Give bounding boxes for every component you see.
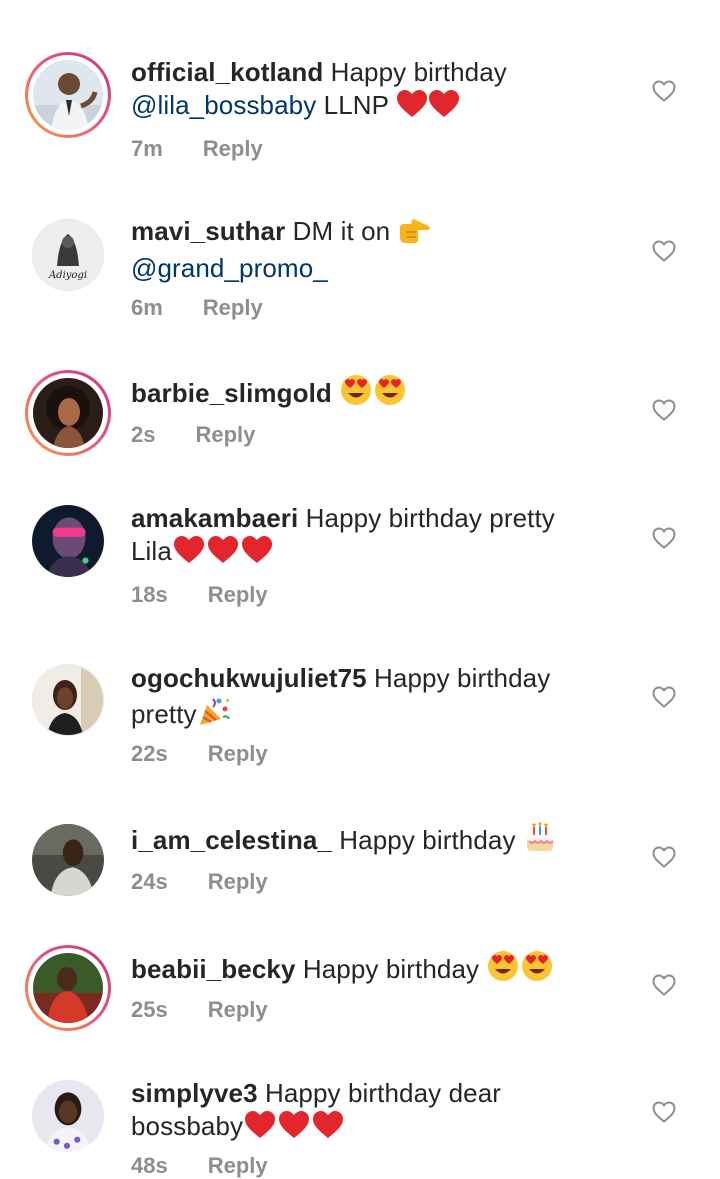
comment-username[interactable]: i_am_celestina_ (131, 825, 332, 855)
comment-body-tail: LLNP (316, 90, 396, 120)
comment-body: DM it on (285, 216, 398, 246)
heart-eyes-emoji (486, 950, 520, 990)
comment-text: amakambaeri Happy birthday pretty Lila (131, 502, 611, 572)
comment-text: mavi_suthar DM it on @grand_promo_ (131, 215, 611, 285)
comment-body: Happy birthday pretty (298, 503, 555, 533)
comment-time: 24s (131, 869, 168, 894)
comment-time: 18s (131, 582, 168, 607)
avatar[interactable] (25, 498, 111, 584)
heart-eyes-emoji (373, 374, 407, 414)
comment-body: Happy birthday (323, 57, 507, 87)
comment-text: simplyve3 Happy birthday dear bossbaby (131, 1077, 611, 1147)
avatar[interactable] (25, 1073, 111, 1159)
comment-meta: 48s Reply (131, 1153, 268, 1179)
birthday-cake-emoji (523, 821, 557, 861)
comment-text: official_kotland Happy birthday @lila_bo… (131, 56, 611, 126)
avatar[interactable] (25, 657, 111, 743)
comment-username[interactable]: simplyve3 (131, 1078, 258, 1108)
comment-time: 7m (131, 136, 163, 161)
comment-meta: 24s Reply (131, 869, 268, 895)
comment-username[interactable]: beabii_becky (131, 954, 296, 984)
like-heart-icon[interactable] (652, 80, 676, 102)
reply-button[interactable]: Reply (208, 582, 268, 608)
red-heart-emoji (172, 536, 206, 572)
avatar[interactable] (25, 817, 111, 903)
reply-button[interactable]: Reply (195, 422, 255, 448)
like-heart-icon[interactable] (652, 527, 676, 549)
comment-time: 2s (131, 422, 156, 447)
comment-text: i_am_celestina_ Happy birthday (131, 821, 611, 861)
comment-meta: 18s Reply (131, 582, 268, 608)
avatar[interactable]: Adiyogi (25, 212, 111, 298)
comment-username[interactable]: mavi_suthar (131, 216, 285, 246)
comment-body: Happy birthday (331, 825, 523, 855)
comment-meta: 2s Reply (131, 422, 255, 448)
comment-meta: 22s Reply (131, 741, 268, 767)
comment-body-line2: Lila (131, 536, 172, 566)
red-heart-emoji (396, 90, 428, 126)
comment-username[interactable]: ogochukwujuliet75 (131, 663, 367, 693)
comment-text: beabii_becky Happy birthday (131, 950, 611, 990)
avatar[interactable] (25, 370, 111, 456)
like-heart-icon[interactable] (652, 974, 676, 996)
heart-eyes-emoji (339, 374, 373, 414)
comment-username[interactable]: amakambaeri (131, 503, 298, 533)
reply-button[interactable]: Reply (208, 869, 268, 895)
like-heart-icon[interactable] (652, 399, 676, 421)
red-heart-emoji (277, 1111, 311, 1147)
mention-link[interactable]: @grand_promo_ (131, 253, 328, 283)
red-heart-emoji (428, 90, 460, 126)
comment-meta: 25s Reply (131, 997, 268, 1023)
reply-button[interactable]: Reply (208, 1153, 268, 1179)
comment-text: ogochukwujuliet75 Happy birthday pretty (131, 662, 611, 735)
like-heart-icon[interactable] (652, 240, 676, 262)
reply-button[interactable]: Reply (208, 741, 268, 767)
mention-link[interactable]: @lila_bossbaby (131, 90, 316, 120)
pointing-right-emoji (398, 218, 432, 252)
comment-time: 22s (131, 741, 168, 766)
heart-eyes-emoji (520, 950, 554, 990)
reply-button[interactable]: Reply (208, 997, 268, 1023)
reply-button[interactable]: Reply (203, 136, 263, 162)
red-heart-emoji (243, 1111, 277, 1147)
like-heart-icon[interactable] (652, 686, 676, 708)
avatar[interactable] (25, 52, 111, 138)
like-heart-icon[interactable] (652, 1101, 676, 1123)
comment-time: 48s (131, 1153, 168, 1178)
party-popper-emoji (197, 695, 231, 735)
comment-text: barbie_slimgold (131, 374, 611, 414)
comment-body-line2: pretty (131, 699, 197, 729)
red-heart-emoji (240, 536, 274, 572)
comment-time: 6m (131, 295, 163, 320)
comment-body: Happy birthday dear (257, 1078, 502, 1108)
like-heart-icon[interactable] (652, 846, 676, 868)
comment-username[interactable]: barbie_slimgold (131, 378, 332, 408)
comment-time: 25s (131, 997, 168, 1022)
comment-meta: 7m Reply (131, 136, 263, 162)
comment-body-line2: bossbaby (131, 1111, 244, 1141)
comment-body: Happy birthday (295, 954, 487, 984)
red-heart-emoji (311, 1111, 345, 1147)
avatar-logo-text: Adiyogi (48, 270, 87, 281)
comment-username[interactable]: official_kotland (131, 57, 323, 87)
comment-meta: 6m Reply (131, 295, 263, 321)
comment-body: Happy birthday (366, 663, 551, 693)
comment-body (332, 378, 339, 408)
avatar[interactable] (25, 945, 111, 1031)
red-heart-emoji (206, 536, 240, 572)
reply-button[interactable]: Reply (203, 295, 263, 321)
